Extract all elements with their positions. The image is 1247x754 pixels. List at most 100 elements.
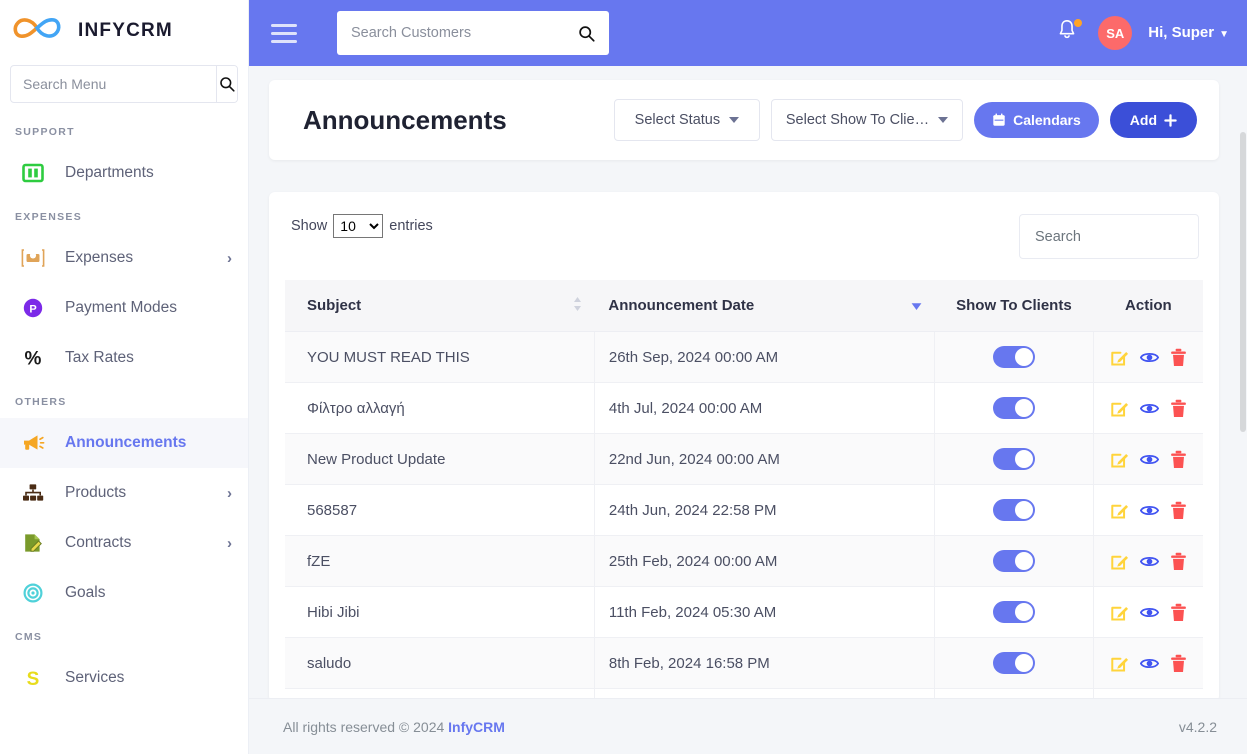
sidebar-item-contracts[interactable]: Contracts › <box>0 518 248 568</box>
view-icon[interactable] <box>1140 501 1160 520</box>
cell-show-to-clients <box>934 637 1095 689</box>
menu-search[interactable] <box>10 65 238 103</box>
cell-announcement-date: 11th Feb, 2024 05:30 AM <box>594 586 935 638</box>
content-scrollbar[interactable] <box>1239 132 1247 753</box>
cell-subject: New Product Update <box>285 433 595 485</box>
delete-icon[interactable] <box>1170 552 1187 571</box>
infinity-logo <box>10 11 64 51</box>
delete-icon[interactable] <box>1170 399 1187 418</box>
sidebar-item-goals[interactable]: Goals <box>0 568 248 618</box>
entries-length-control[interactable]: Show 102550100 entries <box>291 214 433 238</box>
show-to-clients-toggle[interactable] <box>992 448 1035 470</box>
show-to-clients-toggle[interactable] <box>992 397 1035 419</box>
sidebar-item-products[interactable]: Products › <box>0 468 248 518</box>
column-header-announcement-date[interactable]: Announcement Date <box>594 280 935 332</box>
sidebar-item-tax-rates[interactable]: % Tax Rates <box>0 333 248 383</box>
column-label-action: Action <box>1125 297 1172 314</box>
edit-icon[interactable] <box>1110 399 1129 418</box>
hamburger-icon[interactable] <box>271 23 297 43</box>
show-to-clients-toggle[interactable] <box>992 601 1035 623</box>
search-customers-input[interactable] <box>351 25 578 41</box>
scrollbar-thumb[interactable] <box>1240 132 1246 432</box>
show-to-clients-toggle[interactable] <box>992 652 1035 674</box>
column-header-show-to-clients: Show To Clients <box>934 280 1094 332</box>
sidebar-item-departments[interactable]: Departments <box>0 148 248 198</box>
sidebar-section-support: SUPPORT <box>15 126 75 138</box>
entries-label-after: entries <box>389 218 433 234</box>
select-status-dropdown[interactable]: Select Status <box>613 99 760 141</box>
sidebar-item-label: Services <box>65 669 125 686</box>
chevron-right-icon: › <box>227 534 232 552</box>
view-icon[interactable] <box>1140 603 1160 622</box>
brand[interactable]: INFYCRM <box>0 0 248 62</box>
avatar[interactable]: SA <box>1098 16 1133 50</box>
calendars-button[interactable]: Calendars <box>974 102 1099 138</box>
cell-show-to-clients <box>934 586 1095 638</box>
select-show-to-clients-label: Select Show To Clie… <box>785 112 930 128</box>
search-icon[interactable] <box>578 25 595 42</box>
cell-announcement-date: 26th Sep, 2024 00:00 AM <box>594 331 935 383</box>
column-label-subject: Subject <box>307 297 362 314</box>
table-row: 568587 24th Jun, 2024 22:58 PM <box>285 484 1203 536</box>
delete-icon[interactable] <box>1170 603 1187 622</box>
edit-icon[interactable] <box>1110 501 1129 520</box>
cell-subject: Hibi Jibi <box>285 586 595 638</box>
sidebar-item-services[interactable]: S Services <box>0 653 248 703</box>
notifications-button[interactable] <box>1056 18 1083 48</box>
show-to-clients-toggle[interactable] <box>992 550 1035 572</box>
view-icon[interactable] <box>1140 552 1160 571</box>
edit-icon[interactable] <box>1110 552 1129 571</box>
svg-text:P: P <box>29 303 36 315</box>
row-action-group <box>1094 654 1203 673</box>
announcements-table: Subject Announcement Date Show To Client… <box>285 280 1203 702</box>
row-action-group <box>1094 603 1203 622</box>
edit-icon[interactable] <box>1110 654 1129 673</box>
cell-action <box>1093 484 1203 536</box>
toggle-knob <box>1014 399 1033 417</box>
sidebar-item-expenses[interactable]: Expenses › <box>0 233 248 283</box>
footer-brand-link[interactable]: InfyCRM <box>448 719 505 735</box>
sidebar-item-announcements[interactable]: Announcements <box>0 418 248 468</box>
table-row: YOU MUST READ THIS 26th Sep, 2024 00:00 A… <box>285 331 1203 383</box>
sidebar-item-label: Contracts <box>65 534 132 551</box>
toggle-knob <box>1014 603 1033 621</box>
table-toolbar: Show 102550100 entries <box>285 214 1203 259</box>
delete-icon[interactable] <box>1170 348 1187 367</box>
delete-icon[interactable] <box>1170 501 1187 520</box>
view-icon[interactable] <box>1140 654 1160 673</box>
topbar-right: SA Hi, Super ▼ <box>1056 16 1229 50</box>
show-to-clients-toggle[interactable] <box>992 346 1035 368</box>
select-show-to-clients-dropdown[interactable]: Select Show To Clie… <box>770 99 964 141</box>
add-button[interactable]: Add <box>1109 102 1197 138</box>
show-to-clients-toggle[interactable] <box>992 499 1035 521</box>
entries-label-before: Show <box>291 218 328 234</box>
cell-action <box>1093 382 1203 434</box>
search-menu-button[interactable] <box>216 66 237 102</box>
view-icon[interactable] <box>1140 450 1160 469</box>
edit-icon[interactable] <box>1110 348 1129 367</box>
cell-announcement-date: 8th Feb, 2024 16:58 PM <box>594 637 935 689</box>
entries-select[interactable]: 102550100 <box>333 214 384 238</box>
table-search-input[interactable] <box>1019 214 1199 259</box>
search-menu-input[interactable] <box>11 66 216 102</box>
cell-announcement-date: 4th Jul, 2024 00:00 AM <box>594 382 935 434</box>
table-row: saludo 8th Feb, 2024 16:58 PM <box>285 637 1203 689</box>
edit-icon[interactable] <box>1110 450 1129 469</box>
notification-badge <box>1074 19 1083 27</box>
view-icon[interactable] <box>1140 399 1160 418</box>
view-icon[interactable] <box>1140 348 1160 367</box>
sidebar-item-payment-modes[interactable]: P Payment Modes <box>0 283 248 333</box>
customer-search[interactable] <box>337 11 609 55</box>
row-action-group <box>1094 348 1203 367</box>
column-header-subject[interactable]: Subject <box>285 280 595 332</box>
footer-version: v4.2.2 <box>1178 718 1217 735</box>
delete-icon[interactable] <box>1170 654 1187 673</box>
user-menu[interactable]: Hi, Super ▼ <box>1148 24 1229 42</box>
cell-subject: 568587 <box>285 484 595 536</box>
sidebar-section-expenses: EXPENSES <box>15 211 83 223</box>
delete-icon[interactable] <box>1170 450 1187 469</box>
edit-icon[interactable] <box>1110 603 1129 622</box>
cell-action <box>1093 535 1203 587</box>
page-title: Announcements <box>303 104 507 135</box>
table-row: New Product Update 22nd Jun, 2024 00:00 A… <box>285 433 1203 485</box>
